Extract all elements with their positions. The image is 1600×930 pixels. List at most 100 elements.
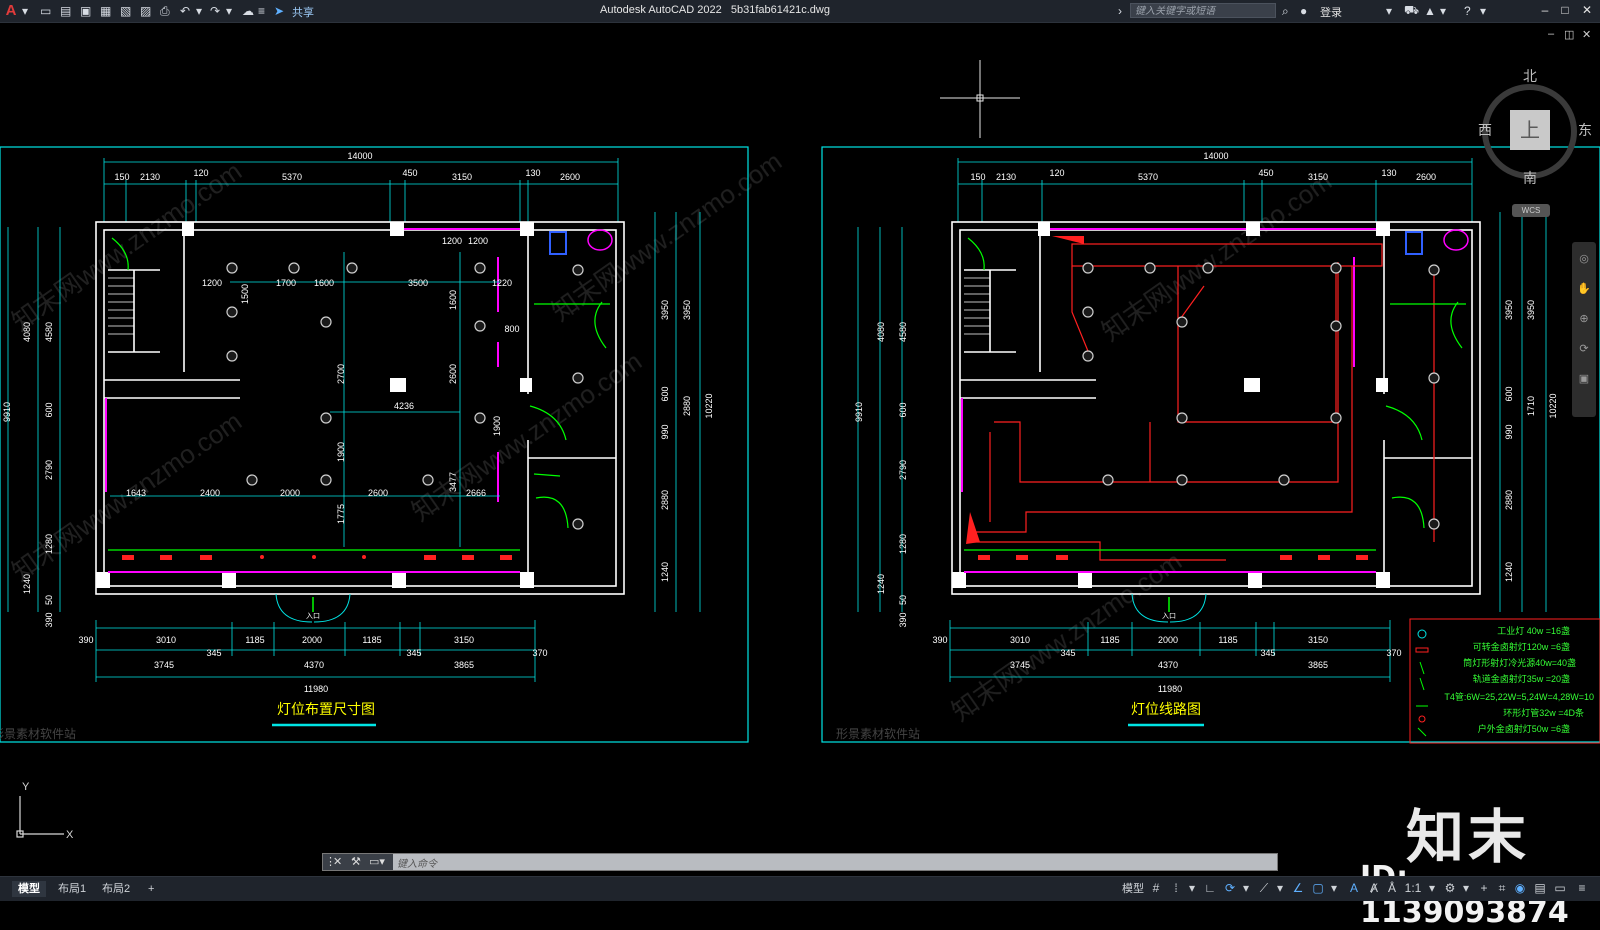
login-button[interactable]: 登录: [1320, 4, 1342, 20]
quick-properties-icon[interactable]: ◉: [1512, 881, 1528, 895]
object-snap-tracking-icon[interactable]: ∠: [1290, 881, 1306, 895]
dim-bottom: 3010: [156, 635, 176, 645]
snap-icon[interactable]: ⁞: [1168, 881, 1184, 895]
compass-west[interactable]: 西: [1478, 120, 1492, 140]
command-line[interactable]: ⋮ ✕ ⚒ ▭▾ 键入命令: [322, 853, 1278, 871]
save-as-icon[interactable]: ▦: [100, 3, 111, 19]
save-web-icon[interactable]: ▨: [140, 3, 151, 19]
model-space-button[interactable]: 模型: [1116, 881, 1150, 897]
showmotion-icon[interactable]: ▣: [1577, 372, 1591, 386]
auto-scale-icon[interactable]: Ⱥ: [1366, 881, 1382, 895]
credit-text: 形景素材软件站: [0, 727, 76, 741]
viewcube-top-face[interactable]: 上: [1510, 110, 1550, 150]
isodraft-dropdown-icon[interactable]: ▾: [1272, 881, 1288, 895]
compass-south[interactable]: 南: [1523, 168, 1537, 188]
annotation-scale-icon[interactable]: Å: [1384, 881, 1400, 895]
units-icon[interactable]: ⌗: [1494, 881, 1510, 896]
viewport-close-button[interactable]: ✕: [1582, 28, 1591, 41]
undo-dropdown-icon[interactable]: ▾: [196, 3, 202, 19]
wcs-menu[interactable]: WCS: [1512, 204, 1550, 217]
annotation-scale-value[interactable]: 1:1: [1402, 881, 1424, 895]
add-layout-button[interactable]: +: [142, 881, 160, 897]
redo-dropdown-icon[interactable]: ▾: [226, 3, 232, 19]
isodraft-icon[interactable]: ⟋: [1256, 881, 1272, 896]
cad-drawing[interactable]: 知末网www.znzmo.com 知末网www.znzmo.com 知末网www…: [0, 22, 1600, 876]
app-menu-chevron-icon[interactable]: ▾: [22, 3, 28, 19]
viewport-restore-button[interactable]: ◫: [1564, 28, 1574, 41]
help-icon[interactable]: ?: [1464, 3, 1471, 19]
workspace-icon[interactable]: ☁: [242, 3, 254, 19]
viewcube[interactable]: 上 北 南 东 西: [1460, 69, 1600, 222]
workspace-dropdown-icon[interactable]: ▾: [1458, 881, 1474, 895]
snap-dropdown-icon[interactable]: ▾: [1184, 881, 1200, 895]
floor-plan-lighting-layout[interactable]: 14000 150 2130 120 5370 450 3150 130 260…: [0, 146, 749, 743]
dim-bottom-sub: 345: [1060, 648, 1075, 658]
customize-dropdown-icon[interactable]: ≡: [258, 3, 265, 19]
plot-icon[interactable]: ⎙: [160, 3, 170, 19]
search-input[interactable]: 键入关键字或短语: [1130, 3, 1276, 18]
customization-menu-icon[interactable]: ≡: [1574, 881, 1590, 895]
zoom-icon[interactable]: ⊕: [1577, 312, 1591, 326]
grid-icon[interactable]: #: [1148, 881, 1164, 895]
dim-bottom: 3150: [1308, 635, 1328, 645]
polar-dropdown-icon[interactable]: ▾: [1238, 881, 1254, 895]
tab-layout1[interactable]: 布局1: [52, 881, 92, 897]
close-window-button[interactable]: ✕: [1578, 2, 1596, 18]
autodesk-a360-icon[interactable]: ▲: [1424, 3, 1436, 19]
floor-plan-wiring-diagram[interactable]: 14000 150 2130 120 5370 450 3150 130 260…: [821, 146, 1600, 744]
minimize-window-button[interactable]: –: [1536, 2, 1554, 18]
workspace-gear-icon[interactable]: ⚙: [1442, 881, 1458, 895]
share-icon[interactable]: ➤: [274, 3, 284, 19]
recent-commands-icon[interactable]: ▭▾: [369, 855, 385, 868]
dim-right: 990: [1504, 424, 1514, 439]
dim-top: 5370: [1138, 172, 1158, 182]
open-web-icon[interactable]: ▧: [120, 3, 131, 19]
close-command-icon[interactable]: ✕: [333, 855, 342, 868]
graphics-performance-icon[interactable]: ▤: [1532, 881, 1548, 895]
tab-layout2[interactable]: 布局2: [96, 881, 136, 897]
drawing-canvas[interactable]: 知末网www.znzmo.com 知末网www.znzmo.com 知末网www…: [0, 22, 1600, 930]
entrance-label: 入口: [1162, 612, 1176, 620]
autocad-logo-icon[interactable]: A: [4, 2, 18, 19]
cart-icon[interactable]: ⛟: [1404, 3, 1419, 19]
new-file-icon[interactable]: ▭: [40, 3, 51, 19]
pan-icon[interactable]: ✋: [1577, 282, 1591, 296]
a360-dropdown-icon[interactable]: ▾: [1440, 3, 1446, 19]
user-icon[interactable]: ●: [1300, 3, 1307, 19]
help-dropdown-icon[interactable]: ▾: [1480, 3, 1486, 19]
tab-model[interactable]: 模型: [12, 881, 46, 897]
share-button[interactable]: 共享: [292, 4, 314, 20]
undo-icon[interactable]: ↶: [180, 3, 190, 19]
dim-inner: 1900: [336, 442, 346, 462]
customize-icon[interactable]: ⚒: [351, 855, 361, 868]
orbit-icon[interactable]: ⟳: [1577, 342, 1591, 356]
clean-screen-icon[interactable]: ▭: [1552, 881, 1568, 895]
maximize-window-button[interactable]: □: [1556, 2, 1574, 18]
redo-icon[interactable]: ↷: [210, 3, 220, 19]
drawing-title-left: 灯位布置尺寸图: [277, 701, 375, 717]
annotation-visibility-icon[interactable]: A: [1346, 881, 1362, 895]
command-input[interactable]: 键入命令: [397, 855, 437, 870]
compass-north[interactable]: 北: [1523, 66, 1537, 86]
annotation-monitor-icon[interactable]: +: [1476, 881, 1492, 895]
dim-right: 2880: [682, 396, 692, 416]
scale-dropdown-icon[interactable]: ▾: [1424, 881, 1440, 895]
dim-inner: 1220: [492, 278, 512, 288]
tiled-watermark: 知末网www.znzmo.com: [406, 346, 647, 527]
object-snap-icon[interactable]: ▢: [1310, 881, 1326, 895]
polar-tracking-icon[interactable]: ⟳: [1222, 881, 1238, 895]
login-dropdown-icon[interactable]: ▾: [1386, 3, 1392, 19]
viewport-minimize-button[interactable]: –: [1548, 28, 1554, 40]
dim-overall-width: 14000: [347, 151, 372, 161]
ortho-icon[interactable]: ∟: [1202, 881, 1218, 895]
dim-overall-width: 14000: [1203, 151, 1228, 161]
dim-inner: 1200: [202, 278, 222, 288]
save-icon[interactable]: ▣: [80, 3, 91, 19]
dim-inner: 3477: [448, 472, 458, 492]
search-expand-icon[interactable]: ›: [1118, 3, 1122, 19]
object-snap-dropdown-icon[interactable]: ▾: [1326, 881, 1342, 895]
open-file-icon[interactable]: ▤: [60, 3, 71, 19]
compass-east[interactable]: 东: [1578, 120, 1592, 140]
steering-wheel-icon[interactable]: ◎: [1577, 252, 1591, 266]
search-icon[interactable]: ⌕: [1282, 3, 1289, 19]
